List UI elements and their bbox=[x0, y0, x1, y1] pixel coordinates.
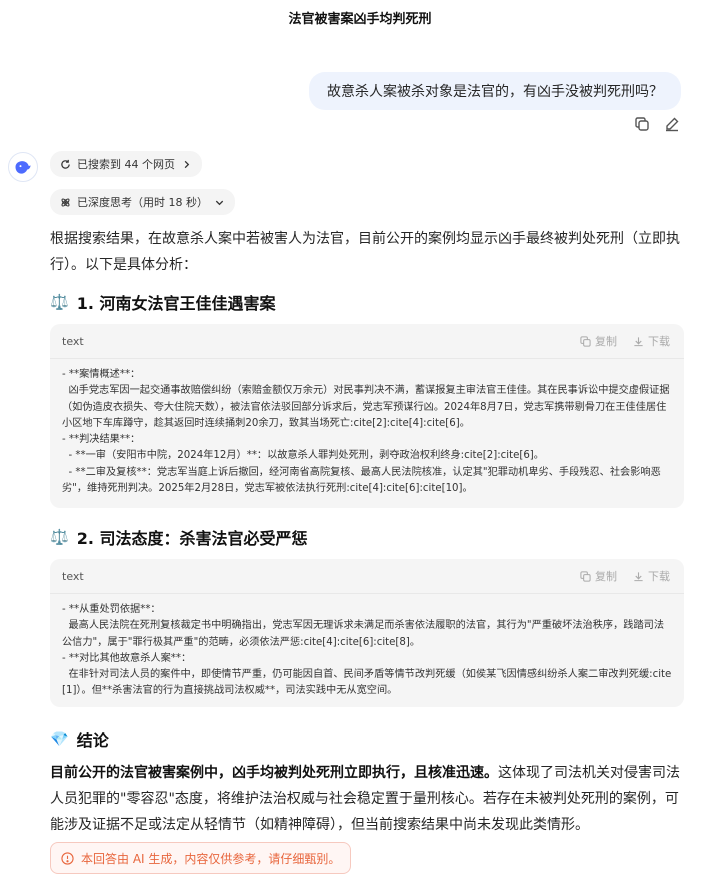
message-actions bbox=[634, 116, 680, 132]
gem-icon: 💎 bbox=[50, 730, 69, 748]
chevron-down-icon bbox=[215, 200, 224, 205]
user-message-bubble: 故意杀人案被杀对象是法官的，有凶手没被判死刑吗？ bbox=[309, 72, 681, 110]
copy-icon bbox=[580, 570, 591, 582]
refresh-search-icon bbox=[61, 159, 70, 169]
chevron-right-icon bbox=[184, 160, 190, 168]
download-icon bbox=[634, 336, 643, 346]
download-code-button[interactable]: 下载 bbox=[633, 333, 670, 349]
code-language: text bbox=[62, 569, 84, 583]
download-code-button[interactable]: 下载 bbox=[633, 568, 670, 584]
section-heading-2: ⚖️ 2. 司法态度：杀害法官必受严惩 bbox=[50, 525, 307, 549]
assistant-avatar bbox=[8, 152, 38, 182]
code-block-content: - **案情概述**： 凶手党志军因一起交通事故赔偿纠纷（索赔金额仅万余元）对民… bbox=[50, 358, 684, 505]
conclusion-bold: 目前公开的法官被害案例中，凶手均被判处死刑立即执行，且核准迅速。 bbox=[50, 765, 498, 781]
download-icon bbox=[634, 571, 643, 581]
scales-icon: ⚖️ bbox=[50, 293, 69, 311]
section-heading-1: ⚖️ 1. 河南女法官王佳佳遇害案 bbox=[50, 290, 275, 314]
info-icon bbox=[61, 851, 74, 865]
search-results-pill[interactable]: 已搜索到 44 个网页 bbox=[50, 151, 202, 177]
page-title: 法官被害案凶手均判死刑 bbox=[288, 12, 432, 27]
disclaimer-text: 本回答由 AI 生成，内容仅供参考，请仔细甄别。 bbox=[81, 851, 341, 866]
code-block-header: text 复制 下载 bbox=[50, 324, 684, 358]
copy-icon[interactable] bbox=[634, 116, 650, 132]
copy-code-button[interactable]: 复制 bbox=[580, 333, 617, 349]
deep-think-label: 已深度思考（用时 18 秒） bbox=[77, 196, 208, 209]
atom-icon bbox=[61, 198, 70, 206]
code-block-content: - **从重处罚依据**： 最高人民法院在死刑复核裁定书中明确指出，党志军因无理… bbox=[50, 593, 684, 707]
deep-think-pill[interactable]: 已深度思考（用时 18 秒） bbox=[50, 189, 235, 215]
search-results-label: 已搜索到 44 个网页 bbox=[77, 158, 175, 171]
intro-paragraph: 根据搜索结果，在故意杀人案中若被害人为法官，目前公开的案例均显示凶手最终被判处死… bbox=[50, 231, 680, 273]
edit-icon[interactable] bbox=[664, 116, 680, 132]
copy-icon bbox=[580, 335, 591, 347]
code-language: text bbox=[62, 334, 84, 348]
section-title-3: 结论 bbox=[76, 731, 109, 750]
code-block-1: text 复制 下载 - **案情概述**： 凶手党志军因一起交通事故赔偿纠纷（… bbox=[50, 324, 684, 508]
section-title-2: 2. 司法态度：杀害法官必受严惩 bbox=[76, 529, 308, 548]
code-block-header: text 复制 下载 bbox=[50, 559, 684, 593]
whale-logo-icon bbox=[15, 161, 31, 174]
scales-icon: ⚖️ bbox=[50, 528, 69, 546]
copy-code-button[interactable]: 复制 bbox=[580, 568, 617, 584]
code-block-2: text 复制 下载 - **从重处罚依据**： 最高人民法院在死刑复核裁定书中… bbox=[50, 559, 684, 707]
ai-disclaimer: 本回答由 AI 生成，内容仅供参考，请仔细甄别。 bbox=[50, 842, 352, 874]
section-title-1: 1. 河南女法官王佳佳遇害案 bbox=[76, 294, 276, 313]
conclusion-paragraph: 目前公开的法官被害案例中，凶手均被判处死刑立即执行，且核准迅速。这体现了司法机关… bbox=[50, 760, 684, 838]
section-heading-3: 💎 结论 bbox=[50, 727, 109, 751]
